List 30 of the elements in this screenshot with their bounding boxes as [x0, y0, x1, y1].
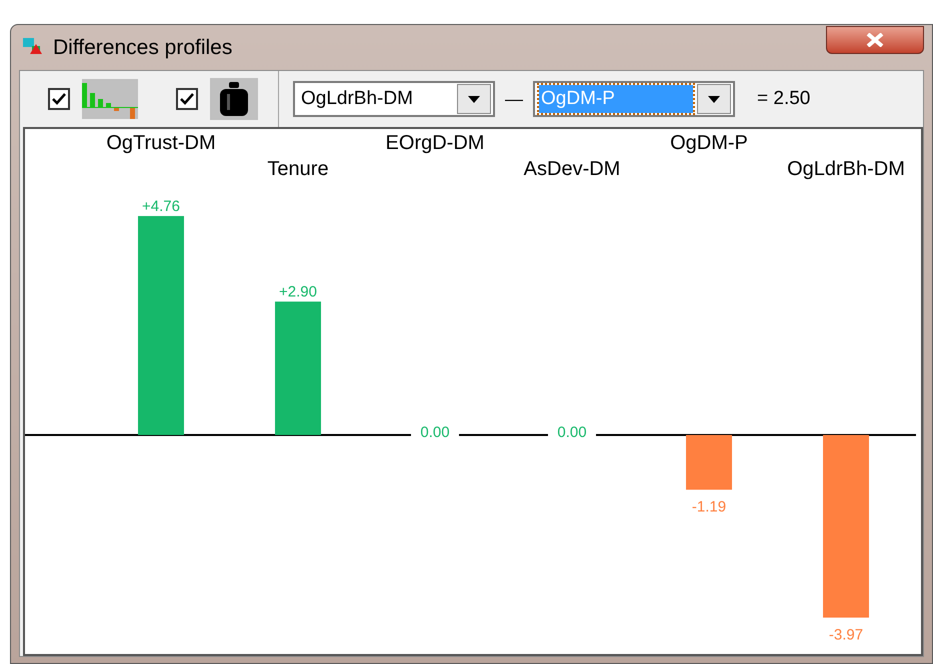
bar: [686, 435, 732, 490]
category-label: OgDM-P: [670, 132, 748, 154]
value-label: +4.76: [142, 198, 180, 216]
close-icon: [865, 32, 885, 46]
close-button[interactable]: [826, 26, 924, 54]
category-label: OgLdrBh-DM: [787, 158, 905, 180]
checkmark-icon: [52, 93, 66, 105]
value-label: -3.97: [828, 626, 864, 644]
checkmark-icon: [180, 93, 194, 105]
checkbox[interactable]: [48, 88, 70, 110]
value-label: +2.90: [279, 284, 317, 301]
dropdown-value: OgDM-P: [539, 85, 693, 113]
dropdown-value: OgLdrBh-DM: [301, 86, 413, 111]
value-label: -1.19: [692, 498, 726, 516]
weight-icon[interactable]: [210, 78, 258, 120]
category-label: EOrgD-DM: [386, 132, 484, 154]
category-label: OgTrust-DM: [106, 132, 216, 154]
window-title: Differences profiles: [53, 34, 232, 61]
category-label: AsDev-DM: [524, 158, 620, 180]
category-label: Tenure: [267, 158, 329, 180]
operator-text: —: [505, 88, 523, 110]
dropdown-button[interactable]: [457, 84, 491, 114]
dropdown-button[interactable]: [697, 84, 731, 114]
checkbox[interactable]: [176, 88, 198, 110]
result-value: = 2.50: [757, 86, 810, 111]
value-label: 0.00: [557, 424, 587, 441]
first-profile-dropdown[interactable]: OgLdrBh-DM: [293, 81, 495, 117]
caret-icon: [468, 96, 480, 102]
caret-icon: [708, 96, 720, 102]
value-label: 0.00: [420, 424, 450, 441]
